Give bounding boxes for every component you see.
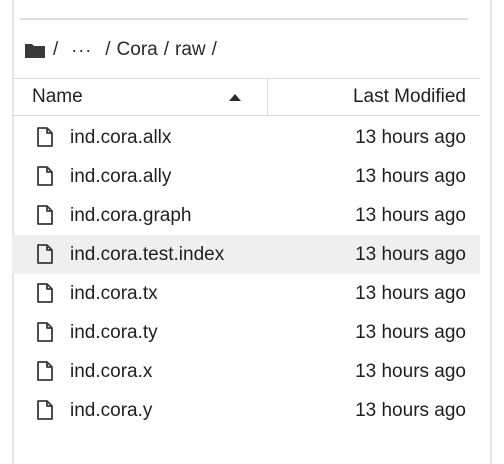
file-row[interactable]: ind.cora.x 13 hours ago: [12, 352, 480, 391]
breadcrumb-separator: /: [53, 39, 59, 60]
folder-icon: [25, 44, 45, 58]
file-modified: 13 hours ago: [355, 361, 466, 382]
file-modified: 13 hours ago: [355, 400, 466, 421]
toolbar-divider: [20, 18, 468, 20]
file-name: ind.cora.tx: [70, 283, 158, 304]
column-header-name[interactable]: Name: [12, 79, 268, 115]
file-list-header: Name Last Modified: [12, 78, 480, 116]
file-modified: 13 hours ago: [355, 166, 466, 187]
file-modified: 13 hours ago: [355, 205, 466, 226]
file-row[interactable]: ind.cora.tx 13 hours ago: [12, 274, 480, 313]
file-name: ind.cora.ally: [70, 166, 172, 187]
file-name: ind.cora.graph: [70, 205, 192, 226]
file-modified: 13 hours ago: [355, 244, 466, 265]
file-name: ind.cora.allx: [70, 127, 172, 148]
file-row[interactable]: ind.cora.allx 13 hours ago: [12, 118, 480, 157]
file-modified: 13 hours ago: [355, 127, 466, 148]
breadcrumb-root[interactable]: [24, 41, 50, 59]
caret-up-icon: [229, 94, 241, 101]
file-icon: [37, 244, 53, 264]
file-modified: 13 hours ago: [355, 283, 466, 304]
column-header-name-label: Name: [32, 86, 83, 107]
file-icon: [37, 166, 53, 186]
file-modified: 13 hours ago: [355, 322, 466, 343]
file-name: ind.cora.test.index: [70, 244, 225, 265]
file-row[interactable]: ind.cora.ty 13 hours ago: [12, 313, 480, 352]
file-icon: [37, 205, 53, 225]
file-name: ind.cora.y: [70, 400, 153, 421]
breadcrumb-separator: /: [211, 39, 217, 60]
file-list: ind.cora.allx 13 hours ago ind.cora.ally…: [12, 118, 480, 430]
breadcrumb: / ··· / Cora / raw /: [24, 34, 220, 66]
file-row-selected[interactable]: ind.cora.test.index 13 hours ago: [12, 235, 480, 274]
file-name: ind.cora.ty: [70, 322, 158, 343]
file-row[interactable]: ind.cora.y 13 hours ago: [12, 391, 480, 430]
file-row[interactable]: ind.cora.ally 13 hours ago: [12, 157, 480, 196]
file-icon: [37, 322, 53, 342]
column-header-last-modified-label: Last Modified: [352, 86, 466, 107]
breadcrumb-item-raw[interactable]: raw: [172, 39, 209, 61]
breadcrumb-separator: /: [163, 39, 170, 60]
breadcrumb-more[interactable]: ···: [61, 40, 102, 61]
file-icon: [37, 361, 53, 381]
file-icon: [37, 127, 53, 147]
file-icon: [37, 400, 53, 420]
file-name: ind.cora.x: [70, 361, 153, 382]
file-icon: [37, 283, 53, 303]
file-row[interactable]: ind.cora.graph 13 hours ago: [12, 196, 480, 235]
breadcrumb-separator: /: [105, 39, 111, 60]
breadcrumb-item-cora[interactable]: Cora: [114, 39, 161, 61]
